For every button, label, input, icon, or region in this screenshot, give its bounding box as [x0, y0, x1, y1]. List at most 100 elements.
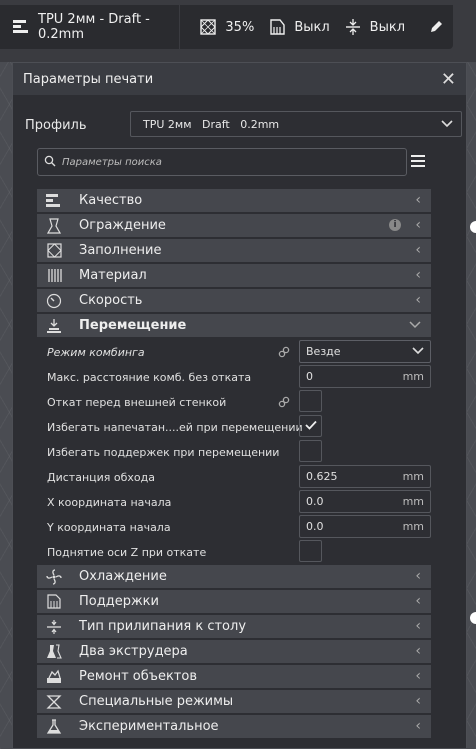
category-cooling[interactable]: Охлаждение ‹ [37, 565, 431, 588]
field-unit: mm [402, 495, 424, 508]
category-material[interactable]: Материал ‹ [37, 264, 431, 287]
field-unit: mm [402, 470, 424, 483]
setting-start-x: X координата начала 0.0 mm [47, 490, 431, 515]
chevron-left-icon: ‹ [415, 192, 421, 208]
adhesion-summary[interactable]: Выкл [344, 5, 405, 49]
quality-icon [41, 189, 67, 212]
start-x-input[interactable]: 0.0 mm [299, 490, 431, 513]
dialog-header: Параметры печати ✕ [13, 63, 466, 95]
category-label: Скорость [79, 293, 143, 308]
infill-icon [199, 18, 217, 36]
speed-icon [41, 289, 67, 312]
chevron-left-icon: ‹ [415, 668, 421, 684]
profile-summary[interactable]: TPU 2мм - Draft - 0.2mm [0, 5, 165, 49]
category-special-modes[interactable]: Специальные режимы ‹ [37, 690, 431, 713]
avoid-printed-checkbox[interactable] [299, 415, 322, 437]
checkmark-icon [304, 420, 317, 433]
field-value: 0 [306, 370, 313, 383]
settings-menu-button[interactable] [411, 155, 425, 169]
category-infill[interactable]: Заполнение ‹ [37, 239, 431, 262]
info-icon[interactable]: i [389, 219, 401, 231]
support-icon [41, 590, 67, 613]
edit-icon[interactable] [427, 18, 445, 36]
support-value: Выкл [294, 19, 330, 35]
infill-summary[interactable]: 35% [199, 5, 254, 49]
field-unit: mm [402, 520, 424, 533]
chevron-left-icon: ‹ [415, 217, 421, 233]
category-label: Охлаждение [79, 569, 167, 584]
category-dual-extrusion[interactable]: Два экструдера ‹ [37, 640, 431, 663]
profile-dropdown-value: TPU 2мм Draft 0.2mm [143, 117, 280, 131]
combing-mode-select[interactable]: Везде [299, 340, 431, 363]
search-input[interactable] [60, 155, 384, 169]
category-label: Ремонт объектов [79, 669, 197, 684]
category-label: Материал [79, 268, 147, 283]
adhesion-icon [41, 615, 67, 638]
category-support[interactable]: Поддержки ‹ [37, 590, 431, 613]
category-label: Специальные режимы [79, 694, 234, 709]
avoid-supports-checkbox[interactable] [299, 440, 322, 462]
material-icon [41, 264, 67, 287]
z-hop-checkbox[interactable] [299, 540, 322, 562]
chevron-left-icon: ‹ [415, 242, 421, 258]
start-y-input[interactable]: 0.0 mm [299, 515, 431, 538]
chevron-left-icon: ‹ [415, 718, 421, 734]
category-speed[interactable]: Скорость ‹ [37, 289, 431, 312]
viewport-handle [470, 221, 476, 233]
chevron-left-icon: ‹ [415, 618, 421, 634]
mesh-fix-icon [41, 665, 67, 688]
adhesion-value: Выкл [369, 19, 405, 35]
link-icon[interactable] [278, 346, 290, 358]
setting-max-comb-distance: Макс. расстояние комб. без отката 0 mm [47, 365, 431, 390]
support-summary[interactable]: Выкл [268, 5, 330, 49]
category-label: Ограждение [79, 218, 166, 233]
chevron-down-icon [409, 317, 421, 333]
category-adhesion[interactable]: Тип прилипания к столу ‹ [37, 615, 431, 638]
setting-label: Откат перед внешней стенкой [47, 396, 227, 409]
setting-retract-before-outer-wall: Откат перед внешней стенкой [47, 390, 431, 415]
infill-icon [41, 239, 67, 262]
chevron-down-icon [441, 118, 453, 131]
chevron-left-icon: ‹ [415, 267, 421, 283]
field-value: 0.0 [306, 495, 324, 508]
field-unit: mm [402, 370, 424, 383]
setting-avoid-printed-parts: Избегать напечатан....ей при перемещении [47, 415, 431, 440]
category-label: Экспериментальное [79, 719, 219, 734]
profile-dropdown[interactable]: TPU 2мм Draft 0.2mm [130, 111, 462, 137]
travel-icon [41, 314, 67, 337]
setting-combing-mode: Режим комбинга Везде [47, 340, 431, 365]
shell-icon [41, 214, 67, 237]
chevron-left-icon: ‹ [415, 643, 421, 659]
category-experimental[interactable]: Экспериментальное ‹ [37, 715, 431, 738]
experimental-icon [41, 715, 67, 738]
travel-avoid-distance-input[interactable]: 0.625 mm [299, 465, 431, 488]
close-button[interactable]: ✕ [441, 69, 456, 90]
link-icon[interactable] [278, 396, 290, 408]
chevron-left-icon: ‹ [415, 292, 421, 308]
category-label: Качество [79, 193, 143, 208]
category-shell[interactable]: Ограждение i ‹ [37, 214, 431, 237]
profile-label: Профиль [25, 117, 87, 133]
category-label: Два экструдера [79, 644, 188, 659]
retract-before-wall-checkbox[interactable] [299, 390, 322, 412]
adhesion-icon [344, 18, 362, 36]
settings-search[interactable] [37, 148, 407, 176]
field-value: 0.0 [306, 520, 324, 533]
setting-label: Избегать поддержек при перемещении [47, 446, 280, 459]
print-settings-dialog: Параметры печати ✕ Профиль TPU 2мм Draft… [12, 62, 467, 749]
dialog-title: Параметры печати [23, 71, 154, 87]
category-travel[interactable]: Перемещение [37, 314, 431, 337]
category-label: Поддержки [79, 594, 159, 609]
category-quality[interactable]: Качество ‹ [37, 189, 431, 212]
max-comb-distance-input[interactable]: 0 mm [299, 365, 431, 388]
category-mesh-fixes[interactable]: Ремонт объектов ‹ [37, 665, 431, 688]
setting-travel-avoid-distance: Дистанция обхода 0.625 mm [47, 465, 431, 490]
setting-label: Дистанция обхода [47, 471, 155, 484]
category-label: Перемещение [79, 318, 187, 333]
setting-start-y: Y координата начала 0.0 mm [47, 515, 431, 540]
category-label: Тип прилипания к столу [79, 619, 247, 634]
setting-label: Поднятие оси Z при откате [47, 546, 207, 559]
setting-label: Режим комбинга [47, 346, 145, 359]
print-settings-bar[interactable]: TPU 2мм - Draft - 0.2mm 35% Выкл Выкл [0, 5, 453, 49]
setting-avoid-supports: Избегать поддержек при перемещении [47, 440, 431, 465]
